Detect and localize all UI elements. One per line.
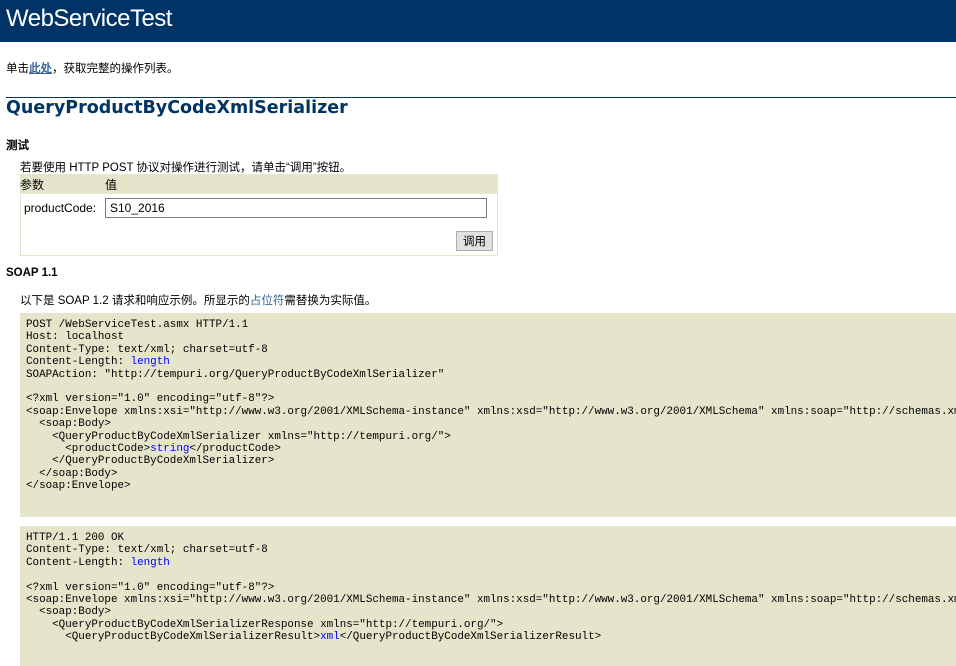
- soap-desc-suffix: 需替换为实际值。: [284, 295, 377, 307]
- operations-list-link[interactable]: 此处: [29, 63, 52, 75]
- intro-text: 单击此处，获取完整的操作列表。: [6, 60, 179, 76]
- product-code-label: productCode:: [24, 201, 97, 215]
- code-line: </QueryProductByCodeXmlSerializerResult>: [339, 631, 602, 644]
- code-line: <productCode>: [26, 443, 151, 456]
- code-line: <QueryProductByCodeXmlSerializer xmlns="…: [26, 430, 451, 443]
- soap-request-sample: POST /WebServiceTest.asmx HTTP/1.1 Host:…: [20, 313, 956, 517]
- code-line: <?xml version="1.0" encoding="utf-8"?>: [26, 393, 275, 406]
- soap-response-sample: HTTP/1.1 200 OK Content-Type: text/xml; …: [20, 526, 956, 666]
- code-line: <?xml version="1.0" encoding="utf-8"?>: [26, 581, 275, 594]
- code-line: </QueryProductByCodeXmlSerializer>: [26, 455, 275, 468]
- code-line: POST /WebServiceTest.asmx HTTP/1.1: [26, 319, 249, 331]
- code-line: Content-Length:: [26, 356, 131, 369]
- soap-desc-prefix: 以下是 SOAP 1.2 请求和响应示例。所显示的: [20, 295, 250, 307]
- intro-prefix: 单击: [6, 63, 29, 75]
- intro-suffix: ，获取完整的操作列表。: [52, 63, 179, 75]
- code-line: <soap:Envelope xmlns:xsi="http://www.w3.…: [26, 405, 956, 418]
- code-line: <soap:Body>: [26, 606, 111, 619]
- soap-description: 以下是 SOAP 1.2 请求和响应示例。所显示的占位符需替换为实际值。: [20, 292, 376, 308]
- soap-heading: SOAP 1.1: [6, 267, 58, 279]
- param-column-header: 参数: [20, 177, 45, 192]
- code-line: Host: localhost: [26, 331, 125, 344]
- placeholder-value: length: [130, 556, 170, 569]
- placeholder-value: xml: [320, 631, 340, 644]
- code-line: <QueryProductByCodeXmlSerializerResponse…: [26, 618, 504, 631]
- page-title: WebServiceTest: [6, 5, 172, 32]
- code-line: Content-Type: text/xml; charset=utf-8: [26, 544, 268, 557]
- operation-title: QueryProductByCodeXmlSerializer: [6, 98, 348, 118]
- product-code-input[interactable]: [105, 198, 487, 218]
- test-form-table: 参数 值 productCode:: [20, 174, 498, 222]
- test-heading: 测试: [6, 140, 29, 152]
- code-line: </soap:Envelope>: [26, 480, 131, 493]
- code-line: </productCode>: [189, 443, 281, 456]
- placeholder-value: string: [150, 443, 190, 456]
- placeholder-value: length: [130, 356, 170, 369]
- code-line: <soap:Envelope xmlns:xsi="http://www.w3.…: [26, 594, 956, 607]
- test-instructions: 若要使用 HTTP POST 协议对操作进行测试，请单击“调用”按钮。: [20, 162, 352, 174]
- form-param-row: productCode:: [20, 194, 498, 222]
- code-line: HTTP/1.1 200 OK: [26, 532, 125, 544]
- code-line: Content-Type: text/xml; charset=utf-8: [26, 343, 268, 356]
- form-header-row: 参数 值: [20, 174, 498, 194]
- code-line: <QueryProductByCodeXmlSerializerResult>: [26, 631, 321, 644]
- code-line: SOAPAction: "http://tempuri.org/QueryPro…: [26, 368, 445, 381]
- code-line: <soap:Body>: [26, 418, 111, 431]
- invoke-button[interactable]: 调用: [456, 231, 493, 251]
- page-header: WebServiceTest: [0, 0, 956, 42]
- code-line: </soap:Body>: [26, 467, 118, 480]
- value-column-header: 值: [105, 177, 118, 192]
- code-line: Content-Length:: [26, 556, 131, 569]
- placeholder-word: 占位符: [249, 295, 285, 307]
